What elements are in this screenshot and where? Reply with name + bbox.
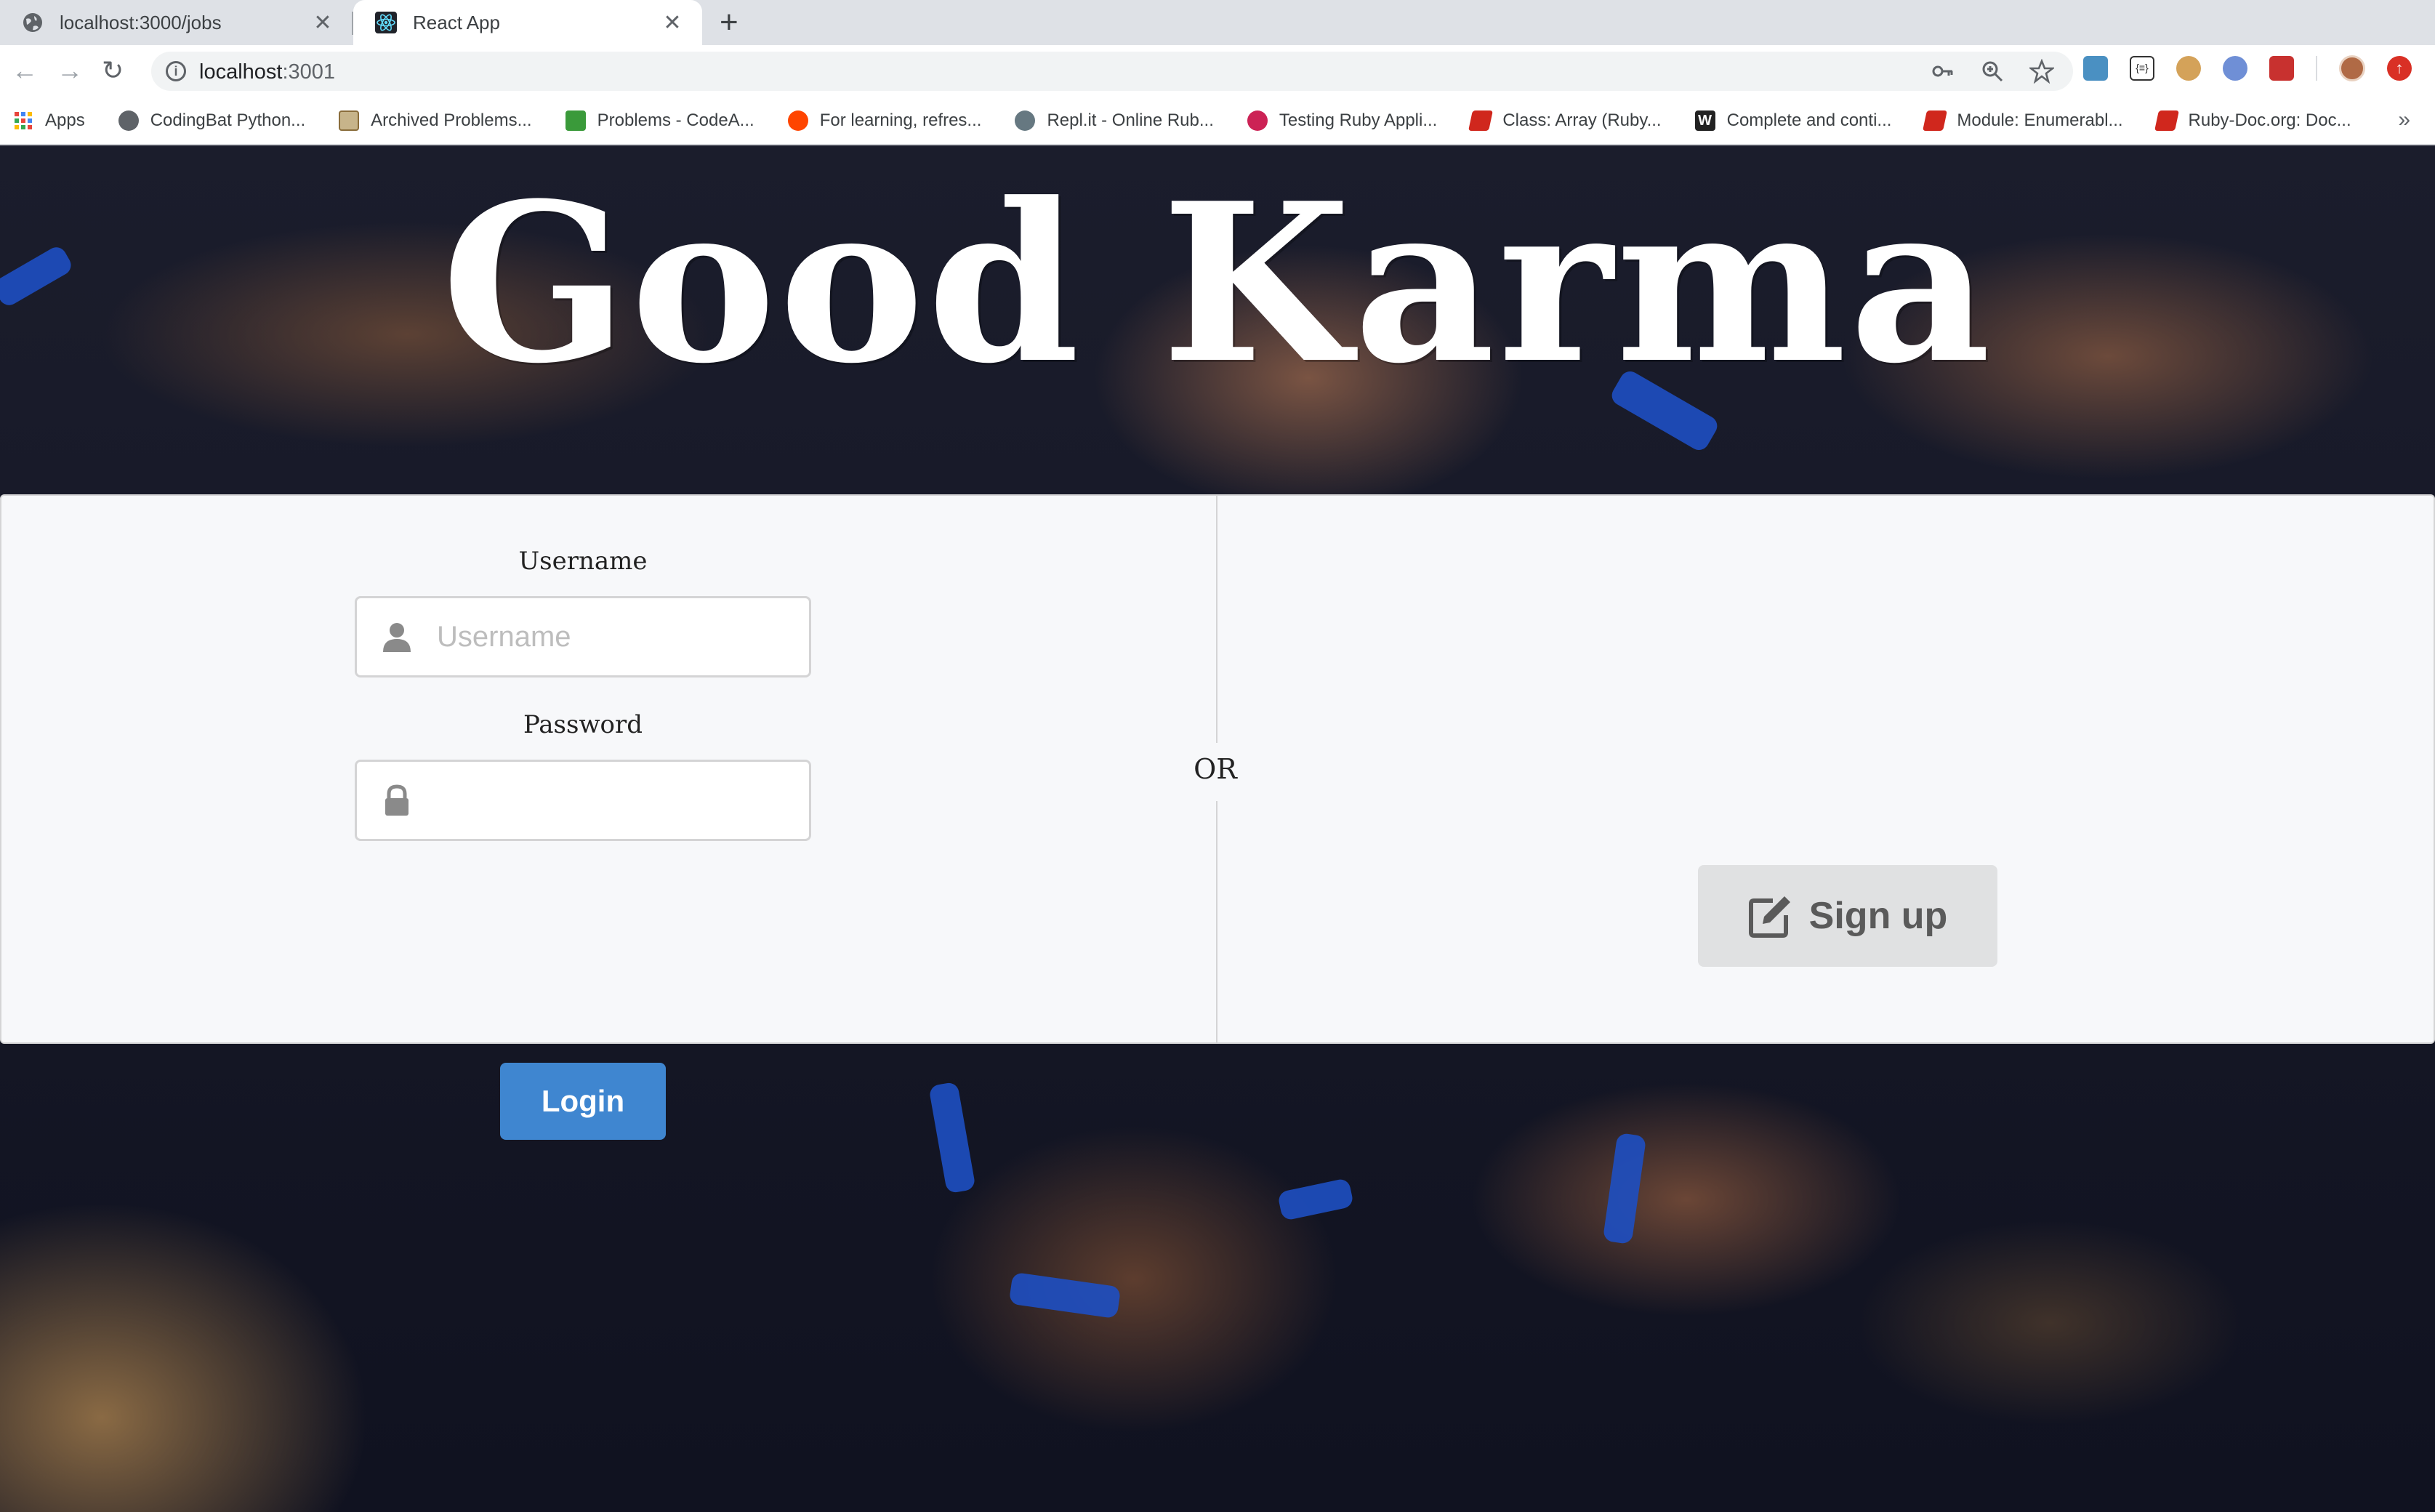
- tab-strip: localhost:3000/jobs ✕ React App ✕ +: [0, 0, 2435, 45]
- extension-photo-icon[interactable]: [2083, 56, 2108, 81]
- apps-grid-icon: [15, 112, 32, 129]
- forward-arrow-icon[interactable]: →: [57, 55, 83, 86]
- ruby-icon: [2154, 110, 2179, 131]
- key-icon[interactable]: [1931, 59, 1955, 84]
- url-text[interactable]: localhost:3001: [199, 60, 335, 84]
- bookmark-label: Repl.it - Online Rub...: [1047, 110, 1214, 130]
- bookmark-label: Module: Enumerabl...: [1957, 110, 2123, 130]
- toolbar-separator: [2316, 56, 2317, 81]
- ruby-icon: [1923, 110, 1948, 131]
- user-icon: [383, 623, 411, 652]
- tab-jobs[interactable]: localhost:3000/jobs ✕: [0, 0, 353, 45]
- extension-compass-icon[interactable]: [2223, 56, 2247, 81]
- login-button[interactable]: Login: [500, 1063, 666, 1140]
- bookmark-label: Archived Problems...: [371, 110, 532, 130]
- bookmarks-bar: Apps CodingBat Python... Archived Proble…: [0, 97, 2435, 145]
- bookmark-apps[interactable]: Apps: [13, 110, 85, 131]
- background-wristband: [928, 1081, 976, 1194]
- back-arrow-icon[interactable]: ←: [12, 55, 38, 86]
- rubyguides-icon: [1247, 110, 1268, 131]
- bookmark-complete[interactable]: W Complete and conti...: [1694, 110, 1892, 131]
- star-bookmark-icon[interactable]: [2029, 59, 2054, 84]
- bookmark-replit[interactable]: Repl.it - Online Rub...: [1015, 110, 1214, 131]
- reload-icon[interactable]: ↻: [102, 55, 124, 86]
- extension-screen-icon[interactable]: [2269, 56, 2294, 81]
- globe-icon: [118, 110, 139, 131]
- or-divider: OR: [1194, 753, 1237, 785]
- background-wristband: [1276, 1178, 1355, 1221]
- close-tab-icon[interactable]: ✕: [661, 10, 683, 36]
- bookmark-archived-problems[interactable]: Archived Problems...: [339, 110, 532, 131]
- browser-toolbar: ← → ↻ i localhost:3001 {≡} ↑: [0, 45, 2435, 97]
- project-euler-icon: [339, 110, 360, 131]
- divider-line: [1216, 801, 1218, 1044]
- bookmark-codeabbey[interactable]: Problems - CodeA...: [565, 110, 754, 131]
- password-field[interactable]: [355, 760, 811, 841]
- page-title: Good Karma: [441, 155, 1994, 411]
- background-wristband: [1602, 1132, 1647, 1245]
- tab-title: localhost:3000/jobs: [60, 11, 222, 33]
- background-wristband: [1008, 1271, 1122, 1319]
- bookmark-label: Testing Ruby Appli...: [1279, 110, 1438, 130]
- page-viewport: Good Karma OR Username Password Login: [0, 145, 2435, 1512]
- bookmark-ruby-doc[interactable]: Ruby-Doc.org: Doc...: [2154, 110, 2351, 131]
- update-icon[interactable]: ↑: [2387, 56, 2412, 81]
- bookmark-label: CodingBat Python...: [150, 110, 306, 130]
- bookmark-enumerable[interactable]: Module: Enumerabl...: [1923, 110, 2123, 131]
- signup-label: Sign up: [1808, 895, 1948, 937]
- extension-cookie-icon[interactable]: [2176, 56, 2201, 81]
- site-info-icon[interactable]: i: [166, 61, 186, 81]
- new-tab-button[interactable]: +: [720, 4, 738, 41]
- address-bar[interactable]: i localhost:3001: [151, 52, 2073, 91]
- username-label: Username: [518, 547, 648, 576]
- bookmark-label: For learning, refres...: [819, 110, 982, 130]
- w-icon: W: [1694, 110, 1715, 131]
- replit-icon: [1015, 110, 1036, 131]
- username-field[interactable]: [355, 596, 811, 677]
- bookmark-label: Complete and conti...: [1726, 110, 1892, 130]
- react-icon: [375, 12, 397, 33]
- profile-avatar[interactable]: [2339, 55, 2365, 81]
- globe-icon: [23, 13, 42, 32]
- zoom-icon[interactable]: [1980, 59, 2005, 84]
- bookmark-testing-ruby[interactable]: Testing Ruby Appli...: [1247, 110, 1437, 131]
- bookmark-label: Apps: [45, 110, 85, 130]
- tab-react-app[interactable]: React App ✕: [353, 0, 702, 45]
- password-label: Password: [523, 710, 643, 739]
- more-bookmarks-button[interactable]: »: [2398, 108, 2410, 132]
- reddit-icon: [787, 110, 808, 131]
- username-input[interactable]: [437, 611, 793, 662]
- signup-button[interactable]: Sign up: [1698, 865, 1997, 967]
- divider-line: [1216, 496, 1218, 743]
- close-tab-icon[interactable]: ✕: [312, 10, 334, 36]
- bookmark-ruby-array[interactable]: Class: Array (Ruby...: [1468, 110, 1662, 131]
- tab-title: React App: [413, 11, 500, 33]
- lock-icon: [385, 784, 408, 816]
- bookmark-label: Ruby-Doc.org: Doc...: [2188, 110, 2351, 130]
- bookmark-reddit[interactable]: For learning, refres...: [787, 110, 982, 131]
- auth-panel: OR Username Password Login S: [0, 494, 2435, 1140]
- password-input[interactable]: [437, 775, 793, 826]
- bookmark-label: Class: Array (Ruby...: [1502, 110, 1662, 130]
- codeabbey-icon: [565, 110, 586, 131]
- extension-json-icon[interactable]: {≡}: [2130, 56, 2154, 81]
- ruby-icon: [1468, 110, 1494, 131]
- edit-icon: [1748, 896, 1790, 938]
- bookmark-codingbat[interactable]: CodingBat Python...: [118, 110, 305, 131]
- bookmark-label: Problems - CodeA...: [597, 110, 754, 130]
